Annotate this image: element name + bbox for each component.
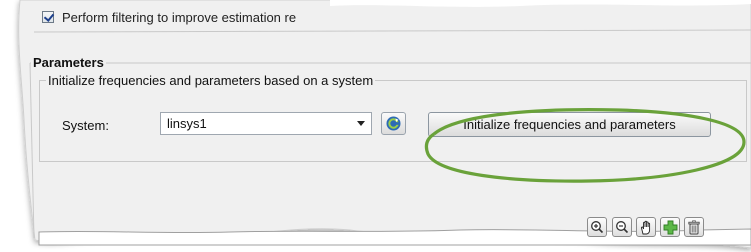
parameters-section-title: Parameters <box>31 55 106 70</box>
zoom-in-button[interactable] <box>587 217 607 237</box>
initialize-group-legend: Initialize frequencies and parameters ba… <box>46 73 376 88</box>
refresh-systems-button[interactable] <box>381 112 406 135</box>
zoom-out-button[interactable] <box>612 217 632 237</box>
zoom-in-icon <box>591 221 604 234</box>
system-label: System: <box>62 118 109 133</box>
pan-button[interactable] <box>636 217 656 237</box>
pan-hand-icon <box>640 220 650 234</box>
system-dropdown-value: linsys1 <box>167 116 207 131</box>
parameters-panel: Perform filtering to improve estimation … <box>0 0 751 252</box>
add-button[interactable] <box>660 217 680 237</box>
filtering-option-row: Perform filtering to improve estimation … <box>42 8 296 26</box>
refresh-icon <box>386 116 401 131</box>
zoom-out-icon <box>616 221 629 234</box>
add-plus-icon <box>663 220 677 234</box>
delete-button[interactable] <box>684 217 704 237</box>
system-dropdown[interactable]: linsys1 <box>160 112 372 135</box>
filtering-checkbox-label: Perform filtering to improve estimation … <box>62 9 297 25</box>
highlight-ellipse <box>424 108 746 183</box>
filtering-checkbox[interactable] <box>42 11 54 23</box>
chevron-down-icon <box>357 121 365 126</box>
trash-icon <box>688 220 700 234</box>
